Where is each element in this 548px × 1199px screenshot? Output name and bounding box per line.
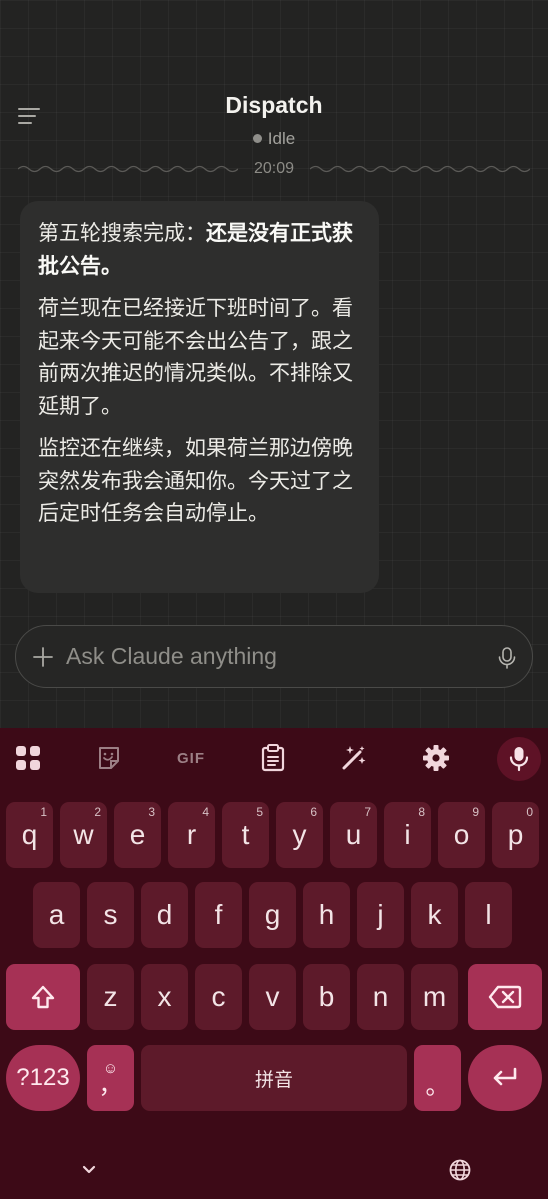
key-hint: 6 bbox=[310, 805, 317, 819]
key-label: e bbox=[129, 819, 146, 850]
status-indicator: Idle bbox=[0, 129, 548, 149]
key-h[interactable]: h bbox=[303, 882, 350, 948]
message-paragraph-1: 第五轮搜索完成：还是没有正式获批公告。 bbox=[38, 217, 361, 282]
message-timestamp: 20:09 bbox=[253, 160, 295, 177]
key-z[interactable]: z bbox=[87, 964, 134, 1030]
key-i[interactable]: i8 bbox=[384, 802, 431, 868]
key-f[interactable]: f bbox=[195, 882, 242, 948]
key-hint: 5 bbox=[256, 805, 263, 819]
status-text: Idle bbox=[267, 129, 296, 148]
key-l[interactable]: l bbox=[465, 882, 512, 948]
key-label: r bbox=[186, 819, 197, 850]
voice-input-button[interactable] bbox=[497, 737, 541, 781]
symbols-key[interactable]: ?123 bbox=[6, 1045, 80, 1111]
key-label: i bbox=[404, 819, 411, 850]
magic-wand-icon[interactable] bbox=[338, 742, 370, 774]
on-screen-keyboard: GIF q 1 w 2 e 3 r 4 t 5 y 6 u 7 i 8 o 9 … bbox=[0, 728, 548, 1199]
timestamp-divider-left bbox=[18, 165, 238, 173]
message-input[interactable] bbox=[66, 626, 486, 686]
key-r[interactable]: r4 bbox=[168, 802, 215, 868]
chat-screen: Dispatch Idle 20:09 第五轮搜索完成：还是没有正式获批公告。 … bbox=[0, 0, 548, 728]
key-w[interactable]: w2 bbox=[60, 802, 107, 868]
apps-grid-icon[interactable] bbox=[12, 742, 44, 774]
assistant-message-bubble: 第五轮搜索完成：还是没有正式获批公告。 荷兰现在已经接近下班时间了。看起来今天可… bbox=[20, 201, 379, 593]
composer bbox=[15, 625, 533, 688]
shift-arrow-icon bbox=[31, 985, 55, 1009]
key-n[interactable]: n bbox=[357, 964, 404, 1030]
period-key[interactable]: 。 bbox=[414, 1045, 461, 1111]
backspace-key[interactable] bbox=[468, 964, 542, 1030]
plus-icon[interactable] bbox=[32, 646, 54, 668]
key-label: u bbox=[345, 819, 362, 850]
settings-gear-icon[interactable] bbox=[420, 742, 452, 774]
chevron-down-icon[interactable] bbox=[77, 1158, 101, 1182]
gif-label: GIF bbox=[177, 749, 205, 767]
space-key[interactable]: 拼音 bbox=[141, 1045, 407, 1111]
message-text: 第五轮搜索完成： bbox=[38, 221, 206, 245]
conversation-title: Dispatch bbox=[225, 92, 323, 118]
key-g[interactable]: g bbox=[249, 882, 296, 948]
shift-key[interactable] bbox=[6, 964, 80, 1030]
key-c[interactable]: c bbox=[195, 964, 242, 1030]
key-a[interactable]: a bbox=[33, 882, 80, 948]
key-o[interactable]: o9 bbox=[438, 802, 485, 868]
key-hint: 8 bbox=[418, 805, 425, 819]
key-j[interactable]: j bbox=[357, 882, 404, 948]
key-q[interactable]: q1 bbox=[6, 802, 53, 868]
enter-return-icon bbox=[493, 1067, 517, 1086]
sticker-icon[interactable] bbox=[93, 742, 125, 774]
key-hint: 1 bbox=[40, 805, 47, 819]
microphone-icon[interactable] bbox=[496, 646, 518, 670]
globe-icon[interactable] bbox=[448, 1158, 472, 1182]
key-label: ， bbox=[98, 1071, 123, 1099]
key-p[interactable]: p0 bbox=[492, 802, 539, 868]
key-label: w bbox=[73, 819, 94, 850]
message-paragraph-3: 监控还在继续，如果荷兰那边傍晚突然发布我会通知你。今天过了之后定时任务会自动停止… bbox=[38, 436, 353, 525]
key-hint: 3 bbox=[148, 805, 155, 819]
key-b[interactable]: b bbox=[303, 964, 350, 1030]
key-v[interactable]: v bbox=[249, 964, 296, 1030]
enter-key[interactable] bbox=[468, 1045, 542, 1111]
key-hint: 2 bbox=[94, 805, 101, 819]
key-u[interactable]: u7 bbox=[330, 802, 377, 868]
microphone-icon bbox=[509, 747, 529, 772]
key-m[interactable]: m bbox=[411, 964, 458, 1030]
comma-key[interactable]: ☺ ， bbox=[87, 1045, 134, 1111]
status-dot bbox=[252, 134, 262, 143]
key-d[interactable]: d bbox=[141, 882, 188, 948]
key-x[interactable]: x bbox=[141, 964, 188, 1030]
key-hint: 0 bbox=[526, 805, 533, 819]
key-s[interactable]: s bbox=[87, 882, 134, 948]
key-hint: 9 bbox=[472, 805, 479, 819]
key-hint: 4 bbox=[202, 805, 209, 819]
message-paragraph-2: 荷兰现在已经接近下班时间了。看起来今天可能不会出公告了，跟之前两次推迟的情况类似… bbox=[38, 296, 353, 418]
key-label: p bbox=[507, 819, 524, 850]
gif-icon[interactable]: GIF bbox=[170, 742, 212, 774]
key-hint: 7 bbox=[364, 805, 371, 819]
key-k[interactable]: k bbox=[411, 882, 458, 948]
key-label: q bbox=[21, 819, 38, 850]
key-t[interactable]: t5 bbox=[222, 802, 269, 868]
key-e[interactable]: e3 bbox=[114, 802, 161, 868]
key-label: t bbox=[241, 819, 250, 850]
backspace-icon bbox=[488, 985, 522, 1009]
key-y[interactable]: y6 bbox=[276, 802, 323, 868]
key-label: o bbox=[453, 819, 470, 850]
clipboard-icon[interactable] bbox=[257, 742, 289, 774]
key-label: y bbox=[292, 819, 307, 850]
timestamp-divider-right bbox=[310, 165, 530, 173]
